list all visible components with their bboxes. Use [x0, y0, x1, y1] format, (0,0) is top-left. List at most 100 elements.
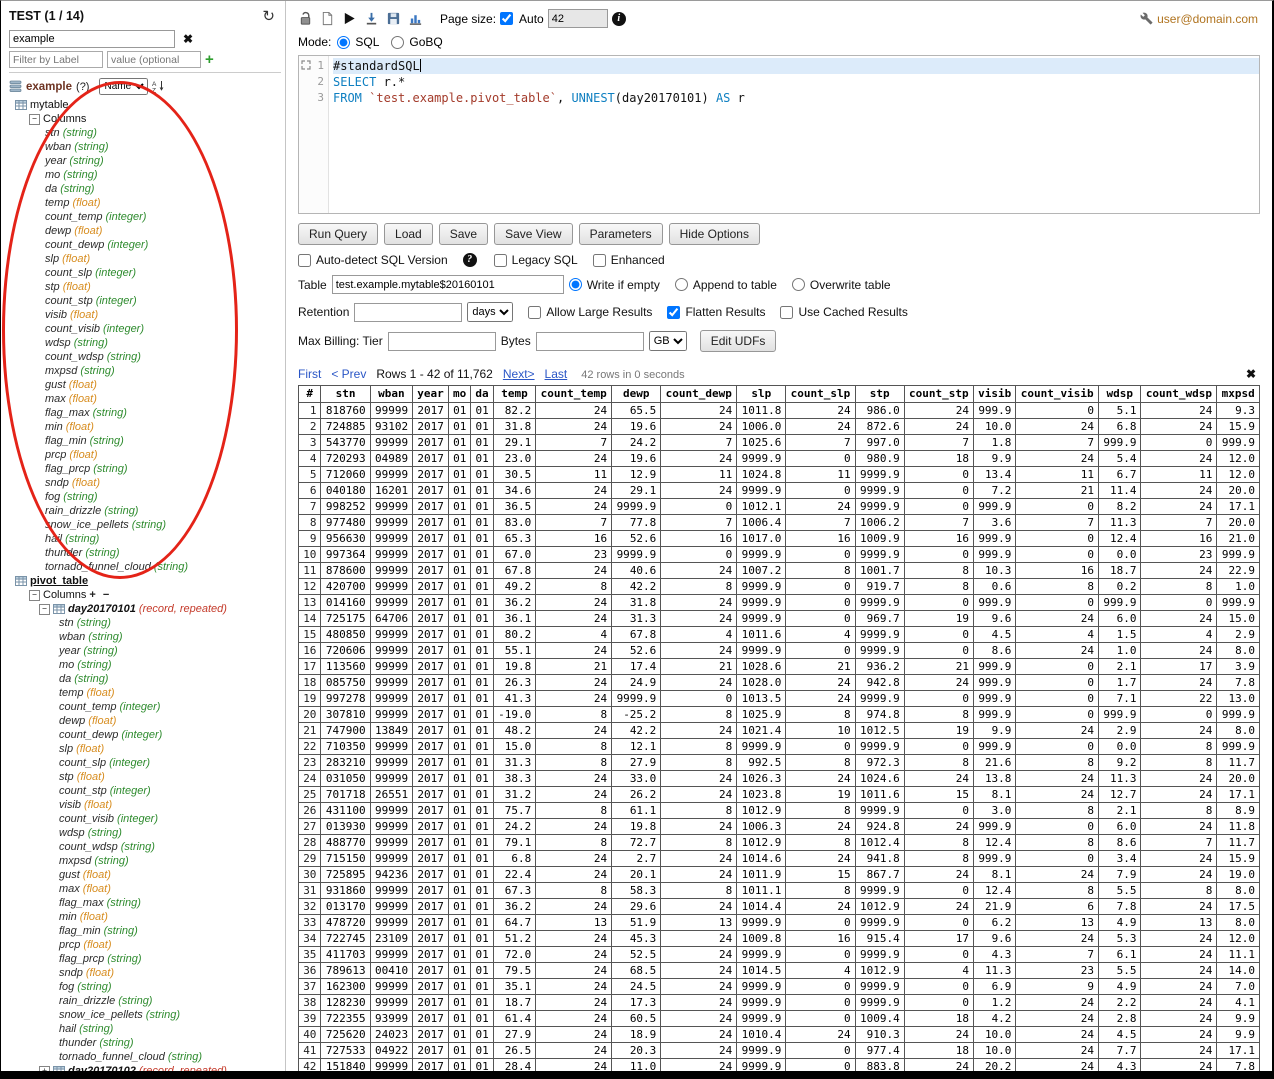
table-node-mytable[interactable]: mytable: [9, 98, 281, 112]
new-query-icon[interactable]: [320, 11, 335, 26]
schema-field[interactable]: hail (string): [9, 532, 281, 546]
schema-field[interactable]: stn (string): [9, 616, 281, 630]
schema-field[interactable]: gust (float): [9, 378, 281, 392]
schema-field[interactable]: sndp (float): [9, 966, 281, 980]
autodetect-option[interactable]: Auto-detect SQL Version: [298, 253, 448, 267]
wrench-icon[interactable]: [1140, 12, 1153, 25]
schema-field[interactable]: dewp (float): [9, 224, 281, 238]
mode-option-sql[interactable]: SQL: [337, 35, 379, 49]
billing-tier-input[interactable]: [387, 331, 496, 351]
schema-field[interactable]: mxpsd (string): [9, 854, 281, 868]
write-if-empty-option[interactable]: Write if empty: [568, 278, 660, 292]
info-icon[interactable]: i: [611, 11, 626, 26]
collapse-icon[interactable]: [29, 113, 40, 125]
bytes-input[interactable]: [535, 331, 644, 351]
collapse-icon[interactable]: [39, 603, 50, 615]
columns-node-pivot-table[interactable]: Columns + −: [9, 588, 281, 602]
hide-options-button[interactable]: Hide Options: [668, 223, 760, 245]
schema-field[interactable]: prcp (float): [9, 448, 281, 462]
value-filter-input[interactable]: [107, 51, 201, 68]
overwrite-option[interactable]: Overwrite table: [791, 278, 891, 292]
prev-page-link[interactable]: < Prev: [331, 367, 366, 381]
schema-field[interactable]: mo (string): [9, 658, 281, 672]
schema-field[interactable]: count_slp (integer): [9, 756, 281, 770]
sql-radio[interactable]: [337, 35, 351, 49]
schema-field[interactable]: flag_prcp (string): [9, 462, 281, 476]
schema-field[interactable]: visib (float): [9, 308, 281, 322]
schema-field[interactable]: stp (float): [9, 280, 281, 294]
schema-field[interactable]: fog (string): [9, 490, 281, 504]
schema-field[interactable]: wban (string): [9, 140, 281, 154]
schema-field[interactable]: count_stp (integer): [9, 294, 281, 308]
run-icon[interactable]: [342, 11, 357, 26]
append-radio[interactable]: [674, 278, 688, 291]
schema-field[interactable]: flag_max (string): [9, 896, 281, 910]
cached-results-option[interactable]: Use Cached Results: [780, 305, 908, 319]
schema-field[interactable]: temp (float): [9, 686, 281, 700]
add-filter-icon[interactable]: +: [205, 51, 214, 68]
unlock-icon[interactable]: [298, 11, 313, 26]
retention-unit-select[interactable]: days: [467, 302, 514, 322]
editor-code[interactable]: #standardSQL SELECT r.* FROM `test.example…: [329, 56, 1259, 213]
flatten-results-checkbox[interactable]: [667, 305, 681, 319]
schema-field[interactable]: year (string): [9, 154, 281, 168]
save-icon[interactable]: [386, 11, 401, 26]
destination-table-input[interactable]: [331, 275, 564, 294]
first-page-link[interactable]: First: [298, 367, 321, 381]
schema-field[interactable]: flag_prcp (string): [9, 952, 281, 966]
schema-field[interactable]: da (string): [9, 182, 281, 196]
schema-field[interactable]: stp (float): [9, 770, 281, 784]
schema-field[interactable]: max (float): [9, 882, 281, 896]
dataset-name[interactable]: example: [26, 81, 72, 93]
overwrite-radio[interactable]: [791, 278, 805, 291]
sort-select[interactable]: Name: [99, 78, 149, 95]
help-icon[interactable]: ?: [462, 253, 477, 267]
schema-field[interactable]: mo (string): [9, 168, 281, 182]
parameters-button[interactable]: Parameters: [578, 223, 663, 245]
schema-field[interactable]: count_temp (integer): [9, 210, 281, 224]
save-button[interactable]: Save: [438, 223, 489, 245]
save-view-button[interactable]: Save View: [494, 223, 573, 245]
sort-icon[interactable]: AZ: [152, 80, 165, 93]
sql-editor[interactable]: 123 #standardSQL SELECT r.* FROM `test.exa…: [298, 55, 1260, 214]
allow-large-results-option[interactable]: Allow Large Results: [528, 305, 652, 319]
flatten-results-option[interactable]: Flatten Results: [667, 305, 765, 319]
schema-field[interactable]: mxpsd (string): [9, 364, 281, 378]
label-filter-input[interactable]: [9, 51, 103, 68]
edit-udfs-button[interactable]: Edit UDFs: [699, 330, 777, 352]
bytes-unit-select[interactable]: GB: [648, 331, 687, 351]
gobq-radio[interactable]: [391, 35, 405, 49]
schema-field[interactable]: rain_drizzle (string): [9, 504, 281, 518]
close-results-icon[interactable]: ✖: [1246, 367, 1256, 381]
collapse-icon[interactable]: [29, 589, 40, 601]
columns-node-mytable[interactable]: Columns: [9, 112, 281, 126]
schema-field[interactable]: stn (string): [9, 126, 281, 140]
schema-field[interactable]: flag_min (string): [9, 924, 281, 938]
legacy-sql-option[interactable]: Legacy SQL: [493, 253, 578, 267]
write-if-empty-radio[interactable]: [568, 278, 582, 291]
schema-field[interactable]: fog (string): [9, 980, 281, 994]
schema-field[interactable]: count_temp (integer): [9, 700, 281, 714]
schema-field[interactable]: count_wdsp (string): [9, 840, 281, 854]
next-page-link[interactable]: Next>: [503, 367, 535, 381]
schema-field[interactable]: count_stp (integer): [9, 784, 281, 798]
schema-field[interactable]: wban (string): [9, 630, 281, 644]
schema-field[interactable]: thunder (string): [9, 546, 281, 560]
schema-field[interactable]: gust (float): [9, 868, 281, 882]
autodetect-checkbox[interactable]: [298, 253, 311, 267]
retention-input[interactable]: [354, 302, 463, 322]
schema-field[interactable]: prcp (float): [9, 938, 281, 952]
schema-field[interactable]: flag_max (string): [9, 406, 281, 420]
chart-icon[interactable]: [408, 11, 423, 26]
schema-field[interactable]: wdsp (string): [9, 336, 281, 350]
load-button[interactable]: Load: [384, 223, 433, 245]
schema-field[interactable]: max (float): [9, 392, 281, 406]
record-node-day20170102[interactable]: day20170102(record, repeated): [9, 1064, 281, 1071]
expand-icon[interactable]: [39, 1065, 50, 1071]
schema-field[interactable]: slp (float): [9, 252, 281, 266]
refresh-icon[interactable]: ↻: [262, 7, 275, 25]
schema-field[interactable]: snow_ice_pellets (string): [9, 1008, 281, 1022]
record-node-day20170101[interactable]: day20170101(record, repeated): [9, 602, 281, 616]
mode-option-gobq[interactable]: GoBQ: [391, 35, 443, 49]
load-icon[interactable]: [364, 11, 379, 26]
